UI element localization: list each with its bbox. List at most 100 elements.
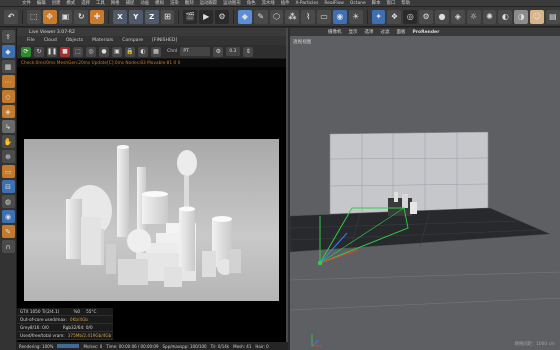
lv-menu-objects[interactable]: Objects [66,38,83,43]
edges-mode-icon[interactable]: ◇ [1,90,15,103]
settings-icon[interactable]: ⚙ [213,46,224,57]
render-region-icon[interactable]: 🎬 [183,9,198,24]
light-icon[interactable]: ☀ [348,9,363,24]
camera-icon[interactable]: ◉ [332,9,347,24]
restart-render-icon[interactable]: ↻ [34,46,44,57]
avatar[interactable]: ☺ [530,9,544,24]
left-tool-palette: ⇪ ◆ ▦ ⋯ ◇ ◈ ↳ ✋ ⊕ ▭ ⊟ ◍ ◉ ✎ ∩ [0,28,17,350]
workplane-icon[interactable]: ▭ [1,165,15,178]
octane-camera-icon[interactable]: ◈ [450,9,465,24]
menu-item[interactable]: 运动图形 [223,0,241,6]
menu-item[interactable]: 窗口 [386,0,395,6]
octane-icon[interactable]: ◎ [403,9,418,24]
pen-spline-icon[interactable]: ✎ [253,9,268,24]
render-view-icon[interactable]: ▶ [199,9,214,24]
menu-item[interactable]: 选择 [81,0,90,6]
hair-label: Hair: 0 [255,343,269,349]
octane-material-icon[interactable]: ● [435,9,449,24]
menu-item[interactable]: 角色 [247,0,256,6]
polygons-mode-icon[interactable]: ◈ [1,105,15,118]
live-viewer-toolbar: ⟳ ↻ ❚❚ ■ ⬚ ◎ ● ▣ 🔒 ◐ ▦ Chnl PT ⚙ 0.3 ⇕ [17,45,286,59]
zoom-stepper-icon[interactable]: ⇕ [243,46,254,57]
undo-icon[interactable]: ↶ [4,9,18,24]
octane-daylight-icon[interactable]: ✺ [482,9,497,24]
subsampling-icon[interactable]: ▦ [151,46,161,57]
zoom-field[interactable]: 0.3 [226,47,241,56]
menu-item[interactable]: 工具 [96,0,105,6]
menu-item[interactable]: RealFlow [324,1,344,6]
lv-menu-file[interactable]: File [27,38,35,43]
menu-item[interactable]: 渲染 [170,0,179,6]
menu-item[interactable]: X-Particles [296,1,319,6]
texture-mode-icon[interactable]: ▦ [1,60,15,73]
lock-resolution-icon[interactable]: 🔒 [125,46,135,57]
tweak-mode-icon[interactable]: ✋ [1,135,15,148]
select-icon[interactable]: ⬚ [26,9,41,24]
perspective-viewport[interactable]: 摄像机 显示 选项 过滤 面板 ProRender 透视视图 网格间距：1000… [290,28,560,350]
locked-workplane-icon[interactable]: ⊟ [1,180,15,193]
render-image-canvas [24,139,279,301]
lv-menu-materials[interactable]: Materials [92,38,113,43]
clay-mode-icon[interactable]: ◐ [138,46,148,57]
make-editable-icon[interactable]: ⇪ [1,30,15,43]
coordinate-system-icon[interactable]: ⊞ [160,9,175,24]
octane-env-icon[interactable]: ◑ [514,9,529,24]
model-mode-icon[interactable]: ◆ [1,45,15,58]
menu-item[interactable]: 模式 [66,0,75,6]
send-scene-icon[interactable]: ⟳ [21,46,31,57]
subdivision-icon[interactable]: ⬡ [269,9,284,24]
channel-select[interactable]: PT [180,47,211,56]
layout-icon[interactable]: ▤ [545,9,560,24]
menu-item[interactable]: 模拟 [155,0,164,6]
octane-settings-icon[interactable]: ⚙ [419,9,434,24]
menu-item[interactable]: 编辑 [37,0,46,6]
menu-item[interactable]: 网格 [111,0,120,6]
pick-focus-icon[interactable]: ◎ [86,46,96,57]
y-axis-button[interactable]: Y [128,9,143,24]
magnet-icon[interactable]: ∩ [1,240,15,253]
deformer-icon[interactable]: ⌇ [301,9,316,24]
render-settings-icon[interactable]: ⚙ [215,9,229,24]
octane-hdri-icon[interactable]: ◐ [498,9,513,24]
xp-emitter-icon[interactable]: ❖ [387,9,402,24]
floor-icon[interactable]: ▭ [317,9,331,24]
menu-item[interactable]: 插件 [281,0,290,6]
menu-item[interactable]: 捕捉 [126,0,135,6]
lv-menu-cloud[interactable]: Cloud [44,38,57,43]
ms-label: Ms/sec: 0 [83,343,103,349]
x-axis-button[interactable]: X [113,9,127,24]
toolbar-separator [232,9,234,24]
paint-icon[interactable]: ✎ [1,225,15,238]
z-axis-button[interactable]: Z [144,9,159,24]
menu-item[interactable]: 文件 [22,0,31,6]
menu-item[interactable]: 创建 [52,0,61,6]
tri-label: Tri: 0/14k [210,343,230,349]
lv-menu-compare[interactable]: Compare [122,38,143,43]
sculpt-icon[interactable]: ◉ [1,210,15,223]
menu-item[interactable]: 帮助 [401,0,410,6]
octane-light-icon[interactable]: ☼ [466,9,481,24]
pick-material-icon[interactable]: ● [99,46,109,57]
menu-item[interactable]: Octane [350,1,366,6]
menu-item[interactable]: 流水线 [262,0,275,6]
stop-render-icon[interactable]: ■ [60,46,70,57]
region-render-icon[interactable]: ⬚ [73,46,83,57]
axis-mode-icon[interactable]: ↳ [1,120,15,133]
menu-item[interactable]: 运动跟踪 [200,0,218,6]
rotate-icon[interactable]: ↻ [74,9,89,24]
render-image[interactable] [24,139,279,301]
scale-icon[interactable]: ▣ [58,9,73,24]
pick-object-icon[interactable]: ▣ [112,46,122,57]
menu-item[interactable]: 雕刻 [185,0,194,6]
menu-item[interactable]: 脚本 [372,0,381,6]
recent-tool-icon[interactable]: ✚ [90,9,105,24]
pause-render-icon[interactable]: ❚❚ [47,46,57,57]
move-icon[interactable]: ✥ [42,9,57,24]
points-mode-icon[interactable]: ⋯ [1,75,15,88]
cube-icon[interactable]: ◆ [237,9,252,24]
array-icon[interactable]: ⁂ [285,9,300,24]
xp-system-icon[interactable]: ✦ [371,9,386,24]
menu-item[interactable]: 动画 [140,0,149,6]
snapping-icon[interactable]: ⊕ [1,150,15,163]
solo-mode-icon[interactable]: ◍ [1,195,15,208]
